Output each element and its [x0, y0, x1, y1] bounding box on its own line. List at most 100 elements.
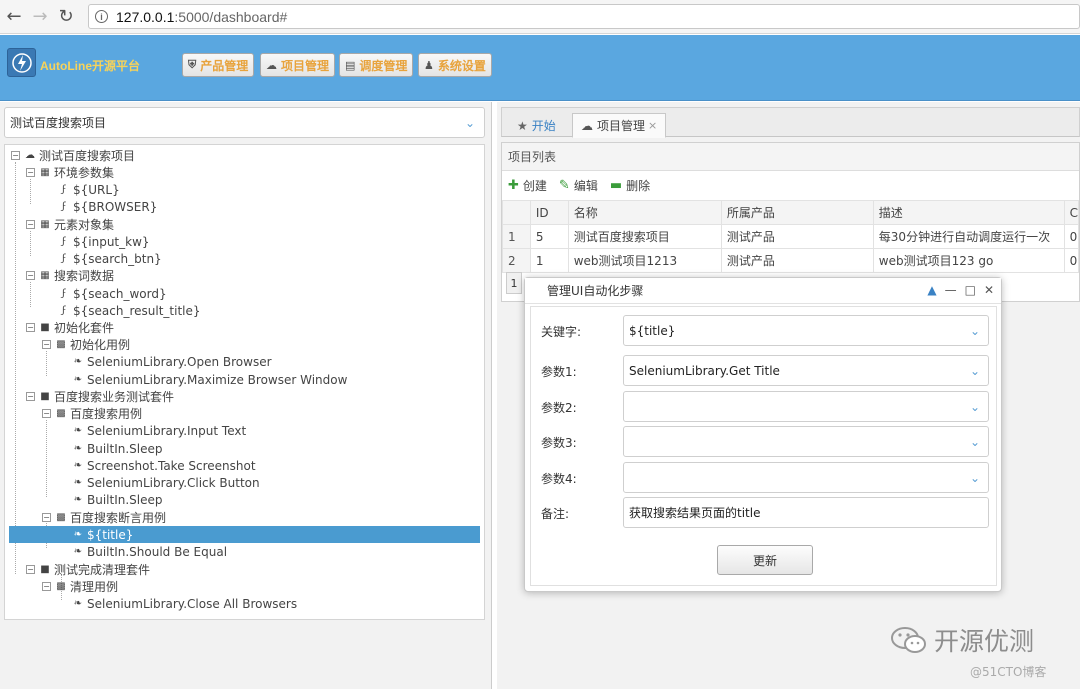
app-header: AutoLine开源平台 ⛨ 产品管理 ☁ 项目管理 ▤ 调度管理 ♟ 系统设置: [0, 35, 1080, 101]
tree-node-suite[interactable]: − ■ 测试完成清理套件: [26, 561, 150, 578]
collapse-up-icon[interactable]: ▲: [927, 283, 936, 297]
tree-node-folder[interactable]: − ▦ 搜索词数据: [26, 267, 114, 284]
tree-node-case[interactable]: − ▩ 百度搜索断言用例: [42, 509, 166, 526]
tree-node-step[interactable]: ❧ BuiltIn.Sleep: [71, 440, 163, 457]
column-header[interactable]: ID: [529, 200, 569, 225]
menu-product-button[interactable]: ⛨ 产品管理: [182, 53, 255, 77]
tree-node-variable[interactable]: ϝ ${BROWSER}: [57, 198, 158, 215]
menu-project-button[interactable]: ☁ 项目管理: [260, 53, 336, 77]
tree-node-variable[interactable]: ϝ ${seach_result_title}: [57, 302, 201, 319]
collapse-icon[interactable]: −: [26, 323, 35, 332]
tree-node-variable[interactable]: ϝ ${seach_word}: [57, 285, 167, 302]
tab-home[interactable]: ★ 开始: [508, 113, 565, 138]
tree-node-step[interactable]: ❧ SeleniumLibrary.Open Browser: [71, 353, 272, 370]
chevron-down-icon[interactable]: ⌄: [965, 431, 985, 452]
shield-icon: ⛨: [188, 58, 197, 71]
chevron-down-icon[interactable]: ⌄: [965, 467, 985, 488]
tree-node-case[interactable]: − ▩ 清理用例: [42, 578, 118, 595]
collapse-icon[interactable]: −: [26, 392, 35, 401]
table-row[interactable]: 2 1 web测试项目1213 测试产品 web测试项目123 go 0: [502, 248, 1080, 273]
maximize-icon[interactable]: □: [965, 283, 976, 297]
tree-node-variable[interactable]: ϝ ${URL}: [57, 181, 120, 198]
collapse-icon[interactable]: −: [26, 220, 35, 229]
param4-select[interactable]: ⌄: [623, 462, 989, 493]
column-header[interactable]: 描述: [872, 200, 1065, 225]
tree-node-step[interactable]: ❧ BuiltIn.Sleep: [71, 491, 163, 508]
tree-label: 元素对象集: [54, 218, 115, 232]
edit-button[interactable]: ✎ 编辑: [559, 177, 598, 194]
tree-node-step-selected[interactable]: ❧ ${title}: [9, 526, 480, 543]
tree-node-step[interactable]: ❧ SeleniumLibrary.Close All Browsers: [71, 595, 297, 612]
column-header[interactable]: 名称: [567, 200, 722, 225]
project-select[interactable]: 测试百度搜索项目 ⌄: [4, 107, 485, 138]
tree-label: Screenshot.Take Screenshot: [87, 458, 256, 473]
create-button[interactable]: ✚ 创建: [508, 177, 547, 194]
param1-select[interactable]: SeleniumLibrary.Get Title ⌄: [623, 355, 989, 386]
update-button[interactable]: 更新: [717, 545, 813, 575]
collapse-icon[interactable]: −: [42, 409, 51, 418]
close-icon[interactable]: ×: [648, 119, 657, 132]
leaf-icon: ❧: [73, 460, 83, 471]
tree-node-case[interactable]: − ▩ 百度搜索用例: [42, 405, 142, 422]
dialog-body: 关键字: ${title} ⌄ 参数1: SeleniumLibrary.Get…: [530, 306, 997, 586]
collapse-icon[interactable]: −: [42, 340, 51, 349]
collapse-icon[interactable]: −: [42, 513, 51, 522]
collapse-icon[interactable]: −: [26, 271, 35, 280]
tree-node-variable[interactable]: ϝ ${search_btn}: [57, 250, 162, 267]
param1-label: 参数1:: [541, 365, 577, 379]
file-icon: ▩: [56, 581, 66, 592]
table-row[interactable]: 1 5 测试百度搜索项目 测试产品 每30分钟进行自动调度运行一次 0: [502, 224, 1080, 249]
column-header[interactable]: 所属产品: [720, 200, 874, 225]
chevron-down-icon[interactable]: ⌄: [965, 360, 985, 381]
tree-node-step[interactable]: ❧ SeleniumLibrary.Maximize Browser Window: [71, 371, 348, 388]
collapse-icon[interactable]: −: [11, 151, 20, 160]
menu-schedule-button[interactable]: ▤ 调度管理: [339, 53, 414, 77]
tree-node-suite[interactable]: − ■ 初始化套件: [26, 319, 114, 336]
tab-label: 项目管理: [597, 119, 646, 133]
row-number: 1: [502, 224, 531, 249]
param2-select[interactable]: ⌄: [623, 391, 989, 422]
forward-icon[interactable]: →: [28, 5, 52, 29]
minimize-icon[interactable]: —: [945, 283, 957, 297]
folder-icon: ■: [40, 391, 50, 402]
chevron-down-icon[interactable]: ⌄: [460, 112, 480, 133]
bolt-icon: ϝ: [61, 184, 67, 195]
param3-select[interactable]: ⌄: [623, 426, 989, 457]
panel-title: 项目列表: [502, 143, 1079, 171]
chevron-down-icon[interactable]: ⌄: [965, 320, 985, 341]
file-icon: ▩: [56, 408, 66, 419]
tree-node-folder[interactable]: − ▦ 元素对象集: [26, 216, 114, 233]
keyword-select[interactable]: ${title} ⌄: [623, 315, 989, 346]
collapse-icon[interactable]: −: [26, 168, 35, 177]
tree-node-step[interactable]: ❧ Screenshot.Take Screenshot: [71, 457, 256, 474]
column-header[interactable]: C: [1063, 200, 1080, 225]
button-label: 删除: [626, 178, 651, 193]
collapse-icon[interactable]: −: [26, 565, 35, 574]
note-input[interactable]: 获取搜索结果页面的title: [623, 497, 989, 528]
tree-label: BuiltIn.Should Be Equal: [87, 544, 228, 559]
tree-node-step[interactable]: ❧ BuiltIn.Should Be Equal: [71, 543, 227, 560]
chevron-down-icon[interactable]: ⌄: [965, 396, 985, 417]
tree-node-suite[interactable]: − ■ 百度搜索业务测试套件: [26, 388, 174, 405]
address-bar[interactable]: i 127.0.0.1:5000/dashboard#: [88, 4, 1080, 29]
reload-icon[interactable]: ↻: [54, 5, 78, 29]
delete-button[interactable]: ▬ 删除: [610, 177, 650, 194]
info-icon[interactable]: i: [95, 10, 108, 23]
tab-project-management[interactable]: ☁ 项目管理 ×: [572, 113, 667, 138]
minus-icon: ▬: [609, 177, 623, 193]
tree-node-project[interactable]: − ☁ 测试百度搜索项目: [11, 147, 135, 164]
tree-node-step[interactable]: ❧ SeleniumLibrary.Input Text: [71, 422, 246, 439]
tree-label: 初始化套件: [54, 321, 115, 335]
collapse-icon[interactable]: −: [42, 582, 51, 591]
tree-node-folder[interactable]: − ▦ 环境参数集: [26, 164, 114, 181]
tree-node-step[interactable]: ❧ SeleniumLibrary.Click Button: [71, 474, 260, 491]
param1-value: SeleniumLibrary.Get Title: [629, 363, 780, 378]
back-icon[interactable]: ←: [2, 5, 26, 29]
cloud-icon: ☁: [581, 118, 593, 133]
tree-node-case[interactable]: − ▩ 初始化用例: [42, 336, 130, 353]
tree-node-variable[interactable]: ϝ ${input_kw}: [57, 233, 150, 250]
page-number[interactable]: 1: [506, 272, 522, 294]
close-icon[interactable]: ✕: [984, 283, 994, 297]
tree-label: SeleniumLibrary.Maximize Browser Window: [87, 372, 348, 387]
menu-settings-button[interactable]: ♟ 系统设置: [418, 53, 492, 77]
